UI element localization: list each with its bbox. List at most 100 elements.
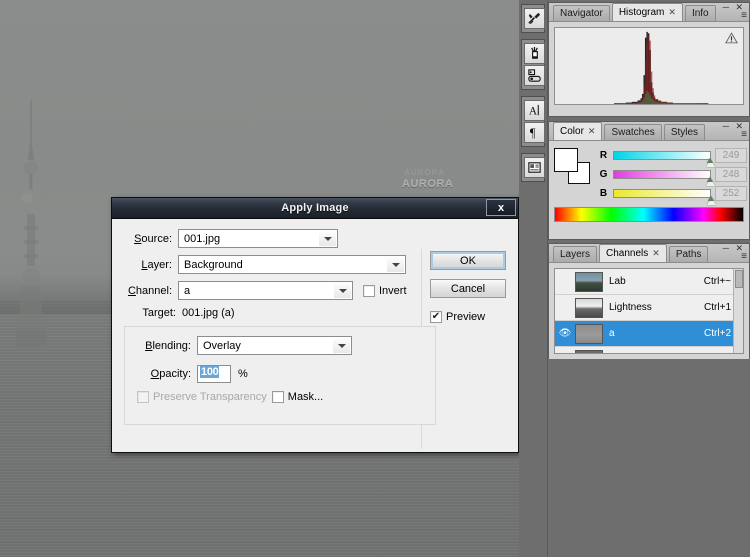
color-slider-g[interactable]: G 248 <box>598 165 747 186</box>
channel-row[interactable]: 👁 a Ctrl+2 <box>555 321 743 347</box>
cancel-button[interactable]: Cancel <box>430 279 506 298</box>
svg-text:A: A <box>529 105 538 117</box>
channel-value: a <box>184 284 191 297</box>
preserve-transparency-checkbox: Preserve Transparency <box>137 391 267 403</box>
foreground-color-swatch[interactable] <box>554 148 578 172</box>
preview-label: Preview <box>446 311 486 323</box>
channel-list-scrollbar[interactable] <box>733 269 743 353</box>
mask-checkbox-box[interactable] <box>271 391 284 403</box>
chevron-down-icon[interactable] <box>319 231 336 246</box>
channel-name: a <box>609 328 615 339</box>
tab-layers[interactable]: Layers <box>553 246 598 262</box>
layer-label: Layer: <box>141 258 172 271</box>
color-slider-track[interactable] <box>613 189 717 205</box>
color-slider-track[interactable] <box>613 170 716 186</box>
tab-color[interactable]: Color ✕ <box>553 122 603 140</box>
channel-dropdown[interactable]: a <box>178 281 353 300</box>
tab-swatches-label: Swatches <box>611 127 655 138</box>
chevron-down-icon[interactable] <box>334 283 351 298</box>
blending-dropdown[interactable]: Overlay <box>197 336 352 355</box>
paragraph-icon[interactable]: ¶ <box>524 122 545 143</box>
histogram-plot[interactable] <box>554 27 744 105</box>
color-slider-value[interactable]: 252 <box>715 186 747 201</box>
eye-icon[interactable]: 👁 <box>555 328 575 339</box>
tab-info[interactable]: Info <box>684 5 716 21</box>
color-spectrum-ramp[interactable] <box>554 207 744 222</box>
close-icon[interactable]: ✕ <box>588 126 596 137</box>
histogram-panel-controls: ─ ✕ ≡ <box>723 3 747 21</box>
channel-thumbnail <box>575 297 603 318</box>
tab-styles[interactable]: Styles <box>663 124 706 140</box>
apply-image-dialog[interactable]: Apply Image x Source: 001.jpg Layer: Bac… <box>111 197 519 453</box>
color-slider-value[interactable]: 248 <box>715 167 747 182</box>
panel-menu-icon[interactable]: ≡ <box>741 252 747 262</box>
tab-navigator-label: Navigator <box>560 8 603 19</box>
close-icon[interactable]: ✕ <box>668 7 676 18</box>
channel-name: Lab <box>609 276 626 287</box>
layer-dropdown[interactable]: Background <box>178 255 406 274</box>
blending-value: Overlay <box>203 339 241 352</box>
color-panel-controls: ─ ✕ ≡ <box>723 122 747 140</box>
color-slider-thumb[interactable] <box>707 196 717 205</box>
color-slider-letter: G <box>599 169 608 180</box>
layer-comps-icon[interactable] <box>524 157 545 178</box>
uncached-data-warning-icon[interactable] <box>725 32 738 44</box>
color-slider-thumb[interactable] <box>706 177 716 186</box>
brushes-icon[interactable] <box>524 43 545 64</box>
chevron-down-icon[interactable] <box>333 338 350 353</box>
tab-navigator[interactable]: Navigator <box>553 5 610 21</box>
tab-channels-label: Channels <box>606 248 649 259</box>
opacity-label: Opacity: <box>150 368 191 380</box>
panel-menu-icon[interactable]: ≡ <box>741 11 747 21</box>
dialog-button-column: OK Cancel Preview <box>430 251 506 323</box>
invert-checkbox[interactable]: Invert <box>363 284 407 297</box>
histogram-panel: Navigator Histogram ✕ Info ─ ✕ ≡ <box>548 2 750 117</box>
color-slider-b[interactable]: B 252 <box>598 184 747 205</box>
ok-button[interactable]: OK <box>430 251 506 270</box>
color-panel-body: R 249 G 248 B 252 <box>549 141 749 227</box>
tab-swatches[interactable]: Swatches <box>604 124 662 140</box>
target-label: Target: <box>142 307 176 319</box>
opacity-input[interactable]: 100 <box>197 365 231 383</box>
color-slider-value[interactable]: 249 <box>715 148 747 163</box>
source-dropdown[interactable]: 001.jpg <box>178 229 338 248</box>
clone-source-icon[interactable] <box>524 65 545 86</box>
chevron-down-icon[interactable] <box>387 257 404 272</box>
channel-list[interactable]: LabCtrl+~LightnessCtrl+1👁aCtrl+2bCtrl+3 <box>554 268 744 354</box>
channel-row[interactable]: Lab Ctrl+~ <box>555 269 743 295</box>
channel-row[interactable]: Lightness Ctrl+1 <box>555 295 743 321</box>
dock-group-tool-presets <box>521 4 545 33</box>
target-value: 001.jpg (a) <box>182 307 235 319</box>
color-panel: Color ✕ Swatches Styles ─ ✕ ≡ R 249 G 248 B 2… <box>548 121 750 240</box>
color-swatches[interactable] <box>554 148 592 184</box>
channel-thumbnail <box>575 349 603 353</box>
mask-checkbox[interactable]: Mask... <box>271 391 323 403</box>
color-slider-r[interactable]: R 249 <box>598 146 747 167</box>
color-slider-stack: R 249 G 248 B 252 <box>598 146 747 205</box>
tab-channels[interactable]: Channels ✕ <box>599 244 667 262</box>
watermark-text: AURORA <box>402 178 454 190</box>
preview-checkbox-box[interactable] <box>430 311 442 323</box>
channel-row[interactable]: bCtrl+3 <box>555 347 743 353</box>
close-icon[interactable]: ✕ <box>652 248 660 259</box>
invert-label: Invert <box>379 284 407 297</box>
preserve-transparency-checkbox-box <box>137 391 149 403</box>
source-label: Source: <box>134 232 172 245</box>
color-slider-thumb[interactable] <box>706 158 716 167</box>
panel-menu-icon[interactable]: ≡ <box>741 130 747 140</box>
tab-color-label: Color <box>560 126 584 137</box>
histogram-panel-tabbar: Navigator Histogram ✕ Info ─ ✕ ≡ <box>549 3 749 22</box>
tab-histogram[interactable]: Histogram ✕ <box>611 3 683 21</box>
tab-paths[interactable]: Paths <box>668 246 709 262</box>
preview-checkbox[interactable]: Preview <box>430 311 485 323</box>
color-slider-track[interactable] <box>613 151 716 167</box>
source-value: 001.jpg <box>184 232 221 245</box>
dialog-titlebar[interactable]: Apply Image x <box>112 198 518 219</box>
tab-layers-label: Layers <box>560 249 591 260</box>
invert-checkbox-box[interactable] <box>363 284 375 297</box>
close-icon[interactable]: x <box>486 199 516 216</box>
tool-presets-icon[interactable] <box>524 8 545 29</box>
channel-list-scrollbar-thumb[interactable] <box>735 270 743 288</box>
dialog-title: Apply Image <box>281 202 349 214</box>
character-icon[interactable]: A <box>524 100 545 121</box>
